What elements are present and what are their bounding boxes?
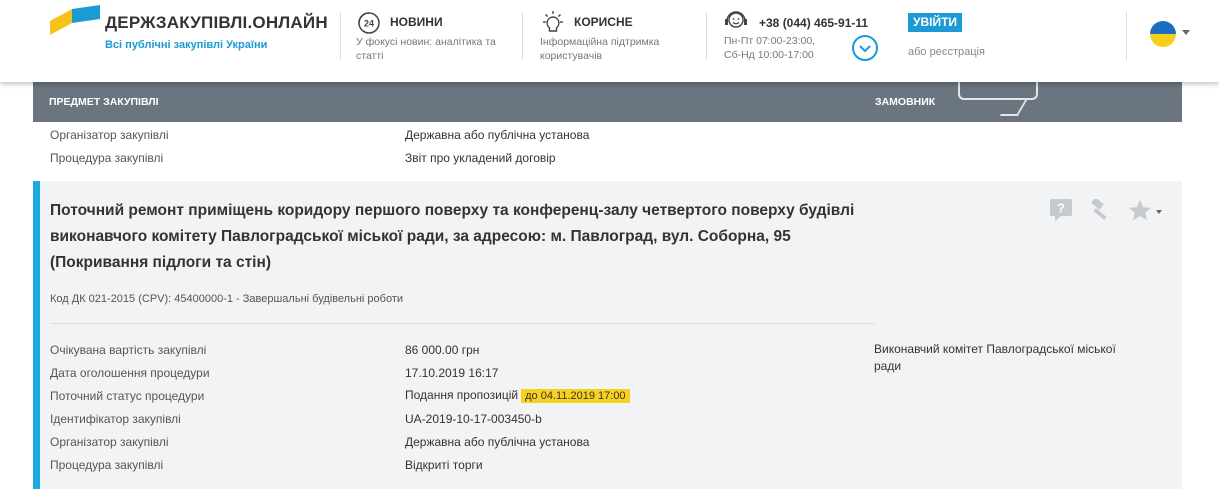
status-value: Подання пропозицій до 04.11.2019 17:00 [405, 388, 630, 403]
field-value: Державна або публічна установа [405, 128, 590, 142]
field-label: Поточний статус процедури [50, 389, 205, 403]
header-divider [1126, 12, 1127, 60]
tender-title[interactable]: Поточний ремонт приміщень коридору першо… [50, 198, 880, 276]
status-text: Подання пропозицій [405, 388, 519, 402]
lightbulb-icon [543, 11, 563, 32]
svg-text:?: ? [1057, 201, 1065, 216]
useful-desc-line: користувачів [540, 50, 603, 62]
question-icon[interactable]: ? [1049, 199, 1073, 221]
logo-title: ДЕРЖЗАКУПІВЛІ.ОНЛАЙН [105, 13, 328, 32]
ukraine-flag-icon[interactable] [1150, 21, 1176, 47]
field-label: Очікувана вартість закупівлі [50, 343, 207, 357]
news-link[interactable]: 24 НОВИНИ У фокусі новин: аналітика та с… [356, 10, 516, 70]
tender-title-line: виконавчого комітету Павлоградської місь… [50, 228, 791, 245]
phone-hours-line: Пн-Пт 07:00-23:00, [724, 35, 816, 47]
field-value: Звіт про укладений договір [405, 151, 556, 165]
field-label: Ідентифікатор закупівлі [50, 412, 181, 426]
cpv-code: Код ДК 021-2015 (CPV): 45400000-1 - Заве… [50, 293, 403, 305]
tender-id: UA-2019-10-17-003450-b [405, 412, 542, 426]
organizer-value: Державна або публічна установа [405, 435, 590, 449]
star-icon[interactable] [1127, 199, 1153, 221]
expected-value: 86 000.00 грн [405, 343, 480, 357]
card-divider [50, 323, 875, 324]
caret-down-icon[interactable] [1156, 210, 1162, 214]
logo-subtitle: Всі публічні закупівлі України [105, 39, 268, 51]
phone-number[interactable]: +38 (044) 465-91-11 [759, 16, 868, 30]
svg-text:24: 24 [364, 19, 374, 29]
phone-hours-line: Сб-Нд 10:00-17:00 [724, 49, 814, 61]
deadline-badge: до 04.11.2019 17:00 [521, 389, 630, 403]
customer-name-line: ради [874, 359, 902, 373]
tender-title-line: (Покривання підлоги та стін) [50, 254, 272, 271]
tender-card: Поточний ремонт приміщень коридору першо… [33, 181, 1182, 489]
useful-link[interactable]: КОРИСНЕ Інформаційна підтримка користува… [540, 10, 705, 70]
news-24-icon: 24 [358, 12, 380, 34]
column-customer: ЗАМОВНИК [875, 96, 936, 108]
phone-block: +38 (044) 465-91-11 Пн-Пт 07:00-23:00, С… [722, 8, 892, 72]
useful-title: КОРИСНЕ [574, 15, 633, 29]
field-label: Організатор закупівлі [50, 435, 169, 449]
gavel-icon[interactable] [1088, 199, 1114, 221]
header-divider [706, 12, 707, 60]
site-header: ДЕРЖЗАКУПІВЛІ.ОНЛАЙН Всі публічні закупі… [0, 0, 1219, 82]
news-desc-line: У фокусі новин: аналітика та [356, 36, 496, 48]
customer-name-line: Виконавчий комітет Павлоградської місько… [874, 342, 1116, 356]
register-link[interactable]: або реєстрація [908, 46, 985, 58]
news-title: НОВИНИ [390, 15, 443, 29]
previous-tender-row: Організатор закупівлі Державна або публі… [33, 122, 1182, 178]
field-label: Дата оголошення процедури [50, 366, 210, 380]
useful-desc: Інформаційна підтримка користувачів [540, 35, 659, 63]
field-label: Організатор закупівлі [50, 128, 169, 142]
login-button[interactable]: УВІЙТИ [908, 13, 963, 32]
field-label: Процедура закупівлі [50, 151, 164, 165]
useful-desc-line: Інформаційна підтримка [540, 36, 660, 48]
customer-name[interactable]: Виконавчий комітет Павлоградської місько… [874, 341, 1174, 375]
tender-title-line: Поточний ремонт приміщень коридору першо… [50, 202, 855, 219]
procedure-value: Відкриті торги [405, 458, 483, 472]
headset-icon [725, 11, 747, 28]
header-divider [340, 12, 341, 60]
header-divider [522, 12, 523, 60]
card-accent-bar [33, 181, 40, 489]
site-logo[interactable]: ДЕРЖЗАКУПІВЛІ.ОНЛАЙН Всі публічні закупі… [50, 5, 340, 65]
news-desc: У фокусі новин: аналітика та статті [356, 35, 496, 63]
field-label: Процедура закупівлі [50, 458, 164, 472]
news-desc-line: статті [356, 50, 384, 62]
caret-down-icon[interactable] [1182, 30, 1190, 35]
chevron-down-icon[interactable] [852, 35, 878, 61]
announce-date: 17.10.2019 16:17 [405, 366, 499, 380]
phone-hours: Пн-Пт 07:00-23:00, Сб-Нд 10:00-17:00 [724, 34, 815, 62]
column-subject: ПРЕДМЕТ ЗАКУПІВЛІ [49, 96, 159, 108]
logo-mark-icon [50, 5, 100, 35]
